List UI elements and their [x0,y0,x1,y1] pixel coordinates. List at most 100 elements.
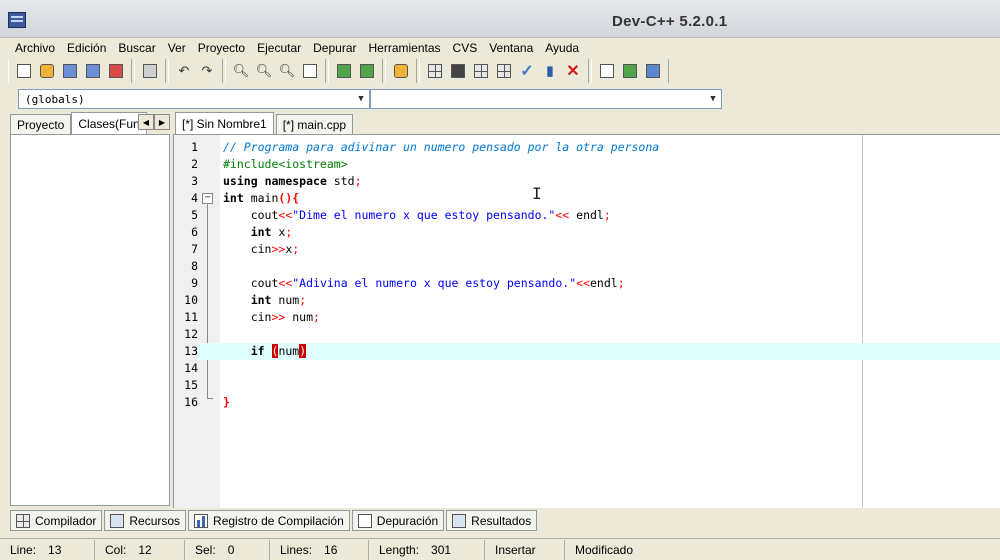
print-icon[interactable] [139,60,161,82]
line-number: 8 [174,258,198,275]
remove-from-project-icon[interactable] [356,60,378,82]
code-line[interactable]: 1 // Programa para adivinar un numero pen… [174,139,1000,156]
menu-item-10[interactable]: Ayuda [539,41,585,55]
status-bar: Line: 13 Col: 12 Sel: 0 Lines: 16 Length: 301… [0,538,1000,560]
menu-item-7[interactable]: Herramientas [363,41,447,55]
scope-select[interactable]: (globals) ▼ [18,89,370,109]
replace-icon[interactable]: 🔍︎ [253,60,275,82]
stop-icon[interactable]: ✕ [562,60,584,82]
toolbar-edit-group: ↶ ↷ [168,59,223,83]
tab-main-cpp[interactable]: [*] main.cpp [275,114,354,134]
compile-icon[interactable] [424,60,446,82]
undo-icon[interactable]: ↶ [173,60,195,82]
code-line[interactable]: 9 cout<<"Adivina el numero x que estoy p… [174,275,1000,292]
goto-line-icon[interactable] [299,60,321,82]
fold-collapse-icon[interactable]: − [202,193,213,204]
close-file-icon[interactable] [105,60,127,82]
code-text: using namespace std; [223,174,362,188]
code-text: int main(){ [223,191,300,205]
compile-log-chart-icon [194,513,209,528]
tab-resultados[interactable]: Resultados [446,510,538,531]
toolbar-misc-group [591,59,669,83]
code-line[interactable]: 4− int main(){ [174,190,1000,207]
insert-icon[interactable] [619,60,641,82]
code-line[interactable]: 12 [174,326,1000,343]
find-next-icon[interactable]: 🔍︎ [276,60,298,82]
code-line[interactable]: 6 int x; [174,224,1000,241]
editor-area: [*] Sin Nombre1 [*] main.cpp 1 // Program… [173,112,1000,508]
code-line[interactable]: 15 [174,377,1000,394]
tab-compilador[interactable]: Compilador [10,510,103,531]
code-text: int x; [250,225,293,239]
code-line[interactable]: 10 int num; [174,292,1000,309]
status-lines: Lines: 16 [270,539,369,560]
code-line[interactable]: 8 [174,258,1000,275]
output-panel-tabs: Compilador Recursos Registro de Compilac… [10,510,538,532]
save-all-icon[interactable] [82,60,104,82]
project-options-icon[interactable] [390,60,412,82]
toolbar-compile-group: ✓ ▮ ✕ [419,59,589,83]
project-browser-panel: Proyecto Clases(Fun ◀ ▶ [10,112,170,508]
resources-icon [110,513,125,528]
open-file-icon[interactable] [36,60,58,82]
toolbar-print-group [134,59,166,83]
menu-item-6[interactable]: Depurar [307,41,362,55]
chevron-down-icon[interactable]: ▼ [705,90,721,108]
code-line[interactable]: 7 cin>>x; [174,241,1000,258]
code-text: #include<iostream> [223,157,348,171]
tab-scroll-right-icon[interactable]: ▶ [154,114,170,130]
tab-scroll-buttons: ◀ ▶ [138,114,170,130]
new-file-icon[interactable] [13,60,35,82]
syntax-check-icon[interactable]: ✓ [516,60,538,82]
line-number: 16 [174,394,198,411]
project-browser-tabs: Proyecto Clases(Fun ◀ ▶ [10,112,170,134]
run-icon[interactable] [447,60,469,82]
devcpp-app-icon[interactable] [8,12,26,28]
code-line[interactable]: 16} [174,394,1000,411]
save-icon[interactable] [59,60,81,82]
menu-item-0[interactable]: Archivo [9,41,61,55]
tab-recursos[interactable]: Recursos [104,510,187,531]
profile-icon[interactable]: ▮ [539,60,561,82]
compile-run-icon[interactable] [470,60,492,82]
tab-depuracion[interactable]: Depuración [351,510,445,531]
tab-clases[interactable]: Clases(Fun [71,112,147,134]
scope-dropdowns: (globals) ▼ ▼ [18,89,722,109]
rebuild-icon[interactable] [493,60,515,82]
class-browser-tree[interactable] [10,134,170,506]
status-modified: Modificado [575,542,634,557]
code-line[interactable]: 2 #include<iostream> [174,156,1000,173]
toolbar: ↶ ↷ 🔍︎ 🔍︎ 🔍︎ ✓ ▮ ✕ [8,58,998,84]
code-text: int num; [250,293,307,307]
status-line: Line: 13 [0,539,95,560]
code-line[interactable]: 5 cout<<"Dime el numero x que estoy pens… [174,207,1000,224]
menu-item-9[interactable]: Ventana [483,41,539,55]
code-line[interactable]: 13 if (num) [174,343,1000,360]
menu-item-5[interactable]: Ejecutar [251,41,307,55]
find-icon[interactable]: 🔍︎ [230,60,252,82]
menu-item-4[interactable]: Proyecto [192,41,251,55]
menu-item-3[interactable]: Ver [162,41,192,55]
menu-item-8[interactable]: CVS [447,41,484,55]
code-line[interactable]: 14 [174,360,1000,377]
menu-item-1[interactable]: Edición [61,41,112,55]
code-line[interactable]: 3 using namespace std; [174,173,1000,190]
chevron-down-icon[interactable]: ▼ [353,90,369,108]
toolbar-project-group [328,59,383,83]
tab-registro-compilacion[interactable]: Registro de Compilación [188,510,350,531]
code-text: cout<<"Dime el numero x que estoy pensan… [223,208,611,222]
line-number: 14 [174,360,198,377]
status-length: Length: 301 [369,539,485,560]
code-line[interactable]: 11 cin>> num; [174,309,1000,326]
member-select[interactable]: ▼ [370,89,722,109]
add-to-project-icon[interactable] [333,60,355,82]
redo-icon[interactable]: ↷ [196,60,218,82]
toggle-bookmark-icon[interactable] [642,60,664,82]
menu-item-2[interactable]: Buscar [112,41,161,55]
tab-proyecto[interactable]: Proyecto [10,114,72,134]
new-class-icon[interactable] [596,60,618,82]
window-title: Dev-C++ 5.2.0.1 [612,13,728,30]
tab-scroll-left-icon[interactable]: ◀ [138,114,154,130]
tab-sin-nombre1[interactable]: [*] Sin Nombre1 [175,112,274,134]
code-editor[interactable]: 1 // Programa para adivinar un numero pen… [173,134,1000,508]
